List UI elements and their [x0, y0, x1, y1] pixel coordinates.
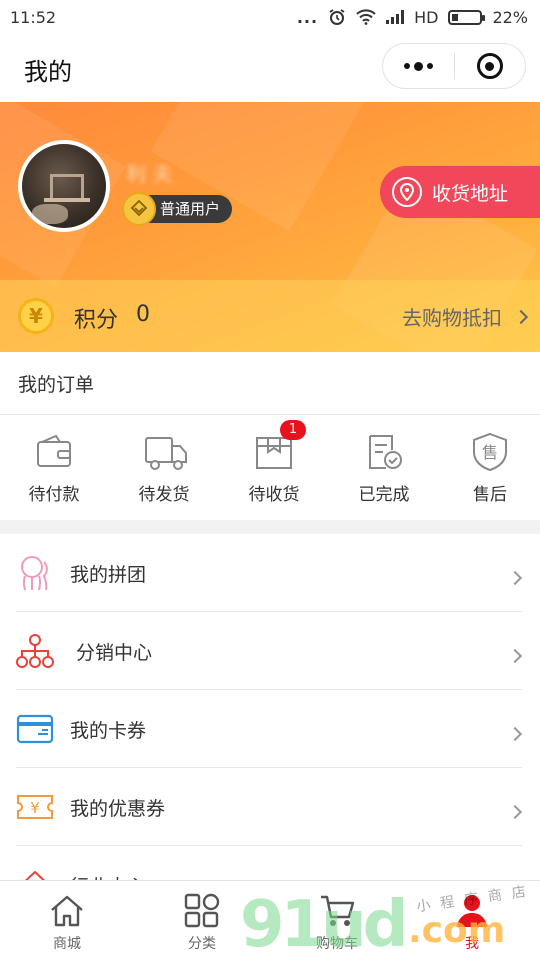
order-pending-payment[interactable]: 待付款	[0, 432, 108, 505]
points-label: 积分	[74, 308, 119, 333]
close-mini-program-button[interactable]	[455, 44, 525, 88]
yuan-coin-icon: ¥	[18, 298, 54, 334]
svg-text:¥: ¥	[30, 799, 40, 817]
chevron-right-icon	[507, 646, 523, 665]
menu-item-coupons[interactable]: ¥ 我的优惠券	[0, 768, 540, 846]
chevron-right-icon	[507, 724, 523, 743]
shipping-address-label: 收货地址	[432, 182, 509, 205]
tab-label: 我	[465, 936, 479, 952]
mini-program-capsule	[382, 43, 526, 89]
username: 利 夫	[126, 162, 173, 186]
tab-category[interactable]: 分类	[157, 893, 247, 953]
tab-me[interactable]: 我	[427, 893, 517, 953]
orders-title[interactable]: 我的订单	[18, 370, 94, 397]
user-level-label: 普通用户	[160, 200, 221, 218]
menu-item-group-buy[interactable]: 我的拼团	[0, 534, 540, 612]
target-icon	[476, 53, 503, 79]
card-icon	[16, 710, 54, 748]
status-bar: 11:52 ... HD 22%	[0, 0, 540, 34]
tab-cart[interactable]: 购物车	[292, 893, 382, 953]
more-menu-button[interactable]	[383, 44, 454, 88]
menu-list: 我的拼团 分销中心 我的卡券 ¥ 我的优惠券 行业中心	[0, 534, 540, 880]
truck-icon	[144, 432, 187, 472]
user-level-badge: 普通用户	[122, 192, 233, 226]
menu-item-distribution[interactable]: 分销中心	[0, 612, 540, 690]
redeem-points-label: 去购物抵扣	[402, 306, 502, 330]
status-icons: ... HD 22%	[297, 8, 528, 27]
chevron-right-icon	[507, 802, 523, 821]
battery-percent: 22%	[492, 7, 528, 27]
category-icon	[184, 893, 220, 929]
chevron-right-icon	[507, 568, 523, 587]
wifi-icon	[356, 9, 376, 25]
redeem-points-link[interactable]: 去购物抵扣	[402, 302, 529, 331]
divider	[0, 414, 540, 415]
location-pin-icon	[392, 177, 422, 207]
orders-section: 我的订单 待付款 待发货 1 待收货 已完成 售 售后	[0, 352, 540, 520]
distribution-icon	[16, 632, 54, 670]
cart-icon	[319, 893, 355, 929]
order-completed[interactable]: 已完成	[330, 432, 438, 505]
points-row: ¥ 积分 0 去购物抵扣	[0, 280, 540, 352]
shipping-address-button[interactable]: 收货地址	[380, 166, 540, 218]
tab-label: 购物车	[316, 936, 358, 952]
order-status-label: 待收货	[248, 485, 300, 505]
order-complete-icon	[364, 432, 404, 472]
signal-icon	[386, 10, 405, 24]
menu-item-label: 我的拼团	[70, 564, 147, 586]
package-icon: 1	[254, 420, 306, 472]
order-status-label: 待发货	[138, 485, 190, 505]
menu-item-cards[interactable]: 我的卡券	[0, 690, 540, 768]
menu-item-industry[interactable]: 行业中心	[0, 846, 540, 880]
profile-header: 利 夫 普通用户 收货地址 ¥ 积分 0 去购物抵扣	[0, 102, 540, 352]
order-status-label: 已完成	[358, 485, 410, 505]
tab-label: 分类	[188, 936, 216, 952]
menu-item-label: 我的优惠券	[70, 798, 166, 820]
avatar[interactable]	[18, 140, 110, 232]
house-icon	[16, 866, 54, 880]
order-pending-receipt[interactable]: 1 待收货	[220, 420, 328, 505]
points-value: 0	[136, 302, 150, 327]
menu-item-label: 行业中心	[70, 872, 146, 880]
group-buy-icon	[16, 554, 54, 592]
battery-icon	[448, 9, 486, 25]
order-status-label: 待付款	[28, 485, 80, 505]
vip-diamond-icon	[122, 192, 156, 226]
notification-dots: ...	[296, 7, 319, 27]
tab-bar: 商城 分类 购物车 我	[0, 880, 540, 960]
unread-count-badge: 1	[280, 420, 306, 440]
chevron-right-icon	[513, 309, 529, 324]
svg-text:售: 售	[482, 443, 498, 462]
alarm-icon	[329, 9, 345, 25]
nav-bar: 我的	[0, 34, 540, 102]
after-sale-icon: 售	[470, 432, 510, 472]
status-time: 11:52	[10, 7, 57, 27]
battery-level	[452, 13, 459, 21]
order-after-sale[interactable]: 售 售后	[436, 432, 540, 505]
home-icon	[49, 893, 85, 929]
page-title: 我的	[24, 58, 72, 86]
order-pending-shipment[interactable]: 待发货	[110, 432, 218, 505]
menu-item-label: 我的卡券	[70, 720, 147, 742]
menu-item-label: 分销中心	[76, 642, 153, 664]
user-icon	[454, 893, 490, 929]
order-status-label: 售后	[473, 485, 507, 505]
network-type: HD	[414, 7, 439, 27]
tab-label: 商城	[53, 936, 81, 952]
tab-mall[interactable]: 商城	[22, 893, 112, 953]
coupon-icon: ¥	[16, 788, 54, 826]
wallet-icon	[34, 432, 74, 472]
